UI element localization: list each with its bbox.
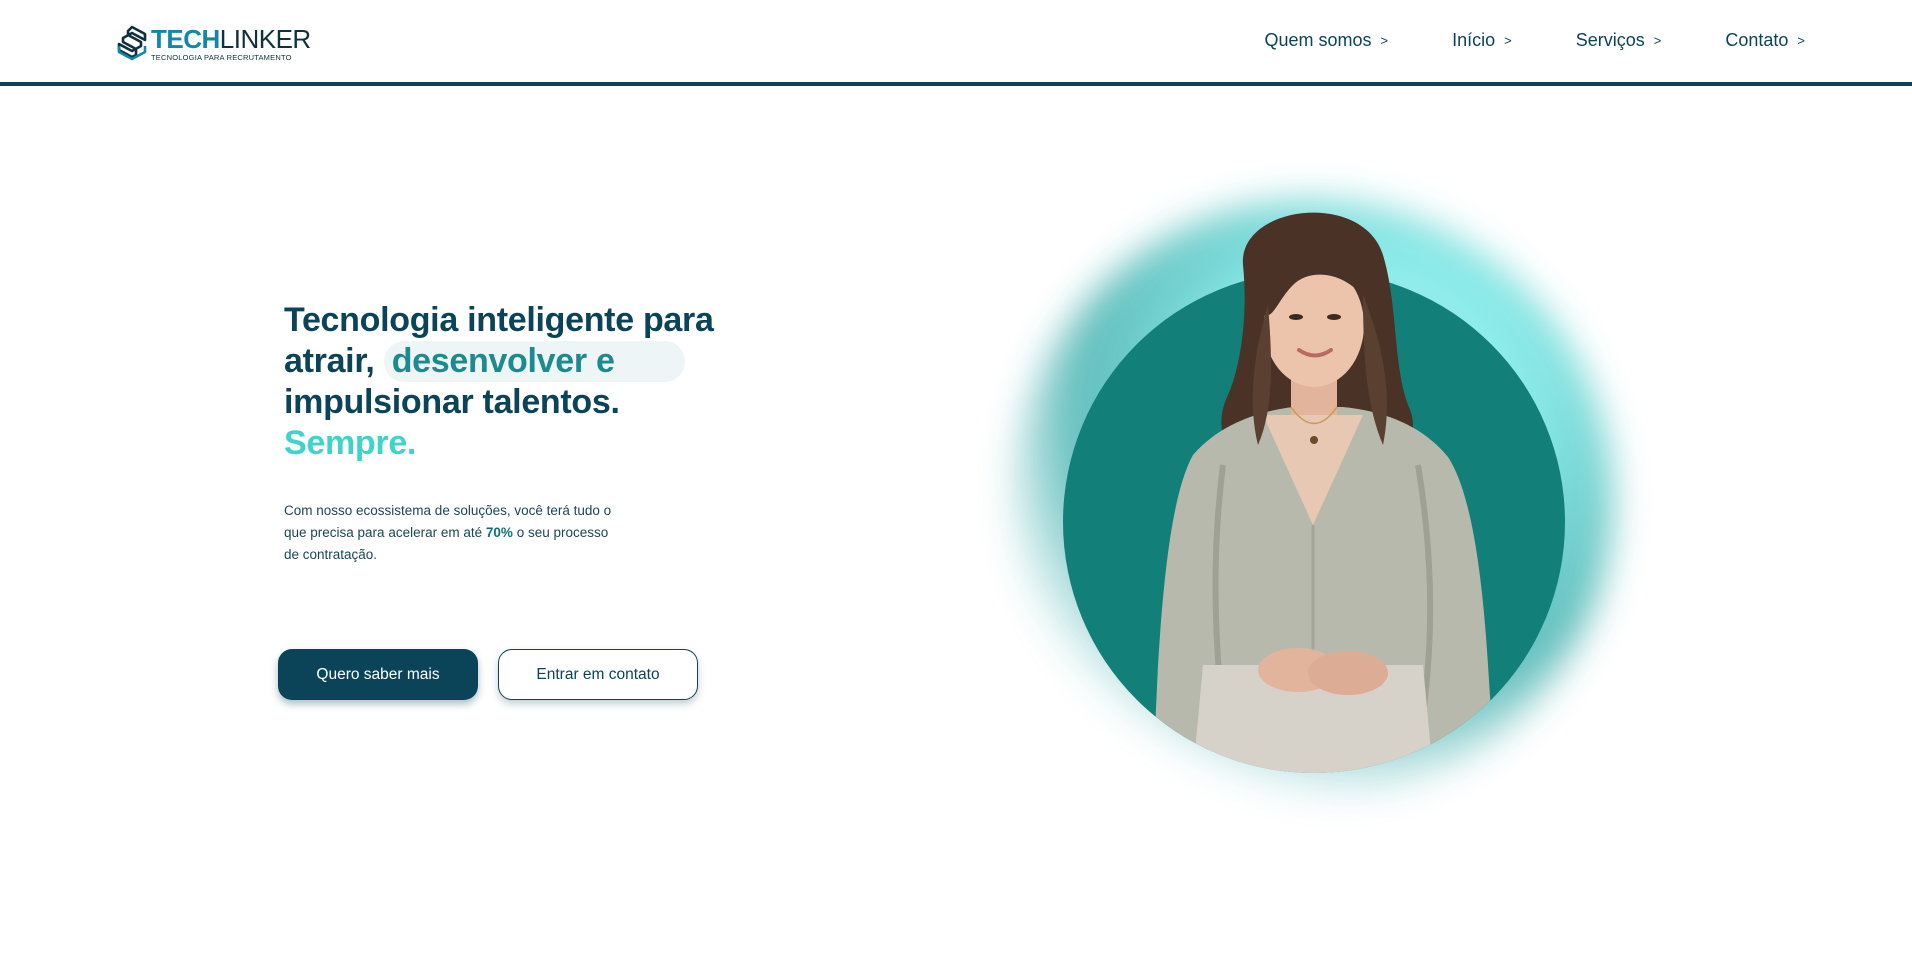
hero-subtext: Com nosso ecossistema de soluções, você …: [284, 500, 624, 566]
logo-word-linker: LINKER: [219, 24, 311, 55]
nav-item-label: Contato: [1725, 30, 1789, 50]
logo-text: TECHLINKER TECNOLOGIA PARA RECRUTAMENTO: [151, 26, 311, 62]
subtext-highlight: 70%: [485, 525, 513, 540]
chevron-right-icon: >: [1504, 33, 1512, 48]
hero-person-image: [1153, 212, 1495, 773]
headline-accent: Sempre.: [284, 424, 417, 462]
logo-tagline: TECNOLOGIA PARA RECRUTAMENTO: [151, 53, 292, 63]
nav-item-contato[interactable]: Contato >: [1725, 30, 1805, 51]
nav-item-label: Início: [1452, 30, 1496, 50]
nav-item-label: Serviços: [1575, 30, 1645, 50]
chevron-right-icon: >: [1797, 33, 1805, 48]
entrar-em-contato-button[interactable]: Entrar em contato: [498, 649, 698, 700]
logo-wordmark: TECHLINKER: [151, 26, 311, 52]
site-header: TECHLINKER TECNOLOGIA PARA RECRUTAMENTO …: [0, 0, 1912, 86]
nav-item-inicio[interactable]: Início >: [1452, 30, 1512, 51]
chevron-right-icon: >: [1380, 33, 1389, 48]
chevron-right-icon: >: [1653, 33, 1662, 48]
nav-item-label: Quem somos: [1264, 30, 1372, 50]
quero-saber-mais-button[interactable]: Quero saber mais: [278, 649, 478, 700]
nav-item-quem-somos[interactable]: Quem somos >: [1264, 30, 1388, 51]
headline-part-2: impulsionar talentos.: [284, 383, 620, 421]
logo-mark-icon: [117, 25, 147, 61]
headline-highlight: desenvolver e: [383, 341, 685, 382]
main-nav: Quem somos > Início > Serviços > Contato…: [1200, 30, 1805, 51]
techlinker-logo[interactable]: TECHLINKER TECNOLOGIA PARA RECRUTAMENTO: [115, 24, 311, 64]
logo-word-tech: TECH: [151, 24, 220, 55]
landing-page: TECHLINKER TECNOLOGIA PARA RECRUTAMENTO …: [0, 0, 1912, 970]
hero-headline: Tecnologia inteligente para atrair, dese…: [284, 300, 744, 464]
nav-item-servicos[interactable]: Serviços >: [1576, 30, 1662, 51]
